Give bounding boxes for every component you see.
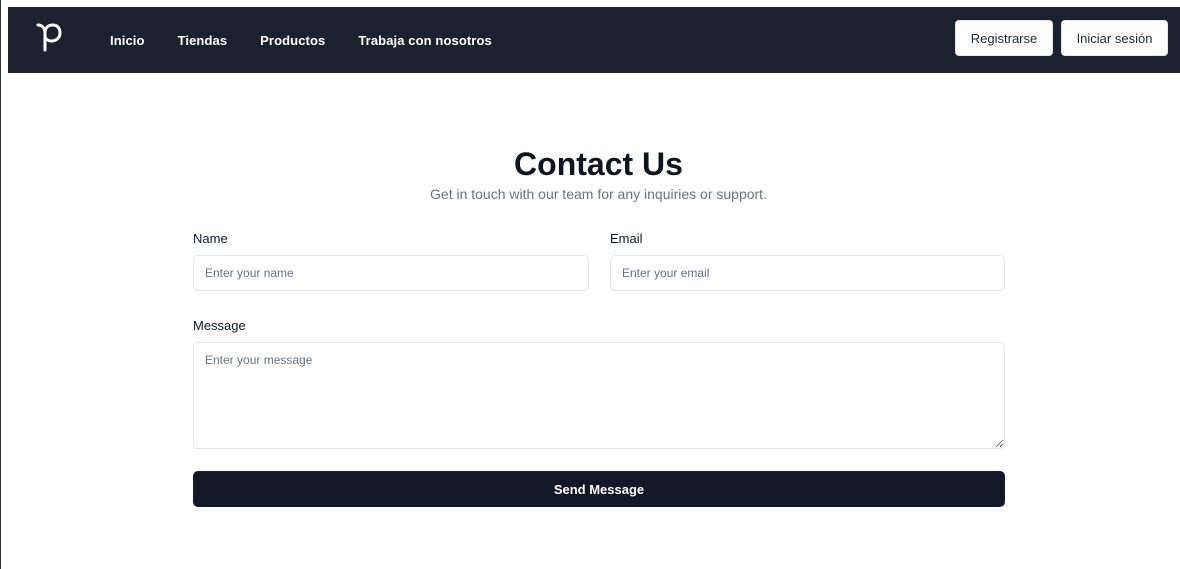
message-label: Message [193, 318, 246, 333]
nav-link-trabaja-con-nosotros[interactable]: Trabaja con nosotros [358, 33, 491, 48]
nav-link-inicio[interactable]: Inicio [110, 33, 145, 48]
p-logo-icon[interactable] [36, 22, 62, 52]
message-textarea[interactable] [193, 342, 1005, 449]
top-navbar: Inicio Tiendas Productos Trabaja con nos… [8, 7, 1180, 73]
email-input[interactable] [610, 255, 1005, 291]
nav-actions: Registrarse Iniciar sesión [955, 20, 1168, 56]
name-label: Name [193, 231, 228, 246]
name-input[interactable] [193, 255, 589, 291]
register-button[interactable]: Registrarse [955, 20, 1053, 56]
email-label: Email [610, 231, 643, 246]
nav-link-productos[interactable]: Productos [260, 33, 325, 48]
page-frame: Inicio Tiendas Productos Trabaja con nos… [0, 0, 1180, 569]
main-nav: Inicio Tiendas Productos Trabaja con nos… [110, 7, 525, 73]
login-button[interactable]: Iniciar sesión [1061, 20, 1168, 56]
nav-link-tiendas[interactable]: Tiendas [178, 33, 228, 48]
page-subtitle: Get in touch with our team for any inqui… [430, 186, 767, 202]
page-title: Contact Us [514, 146, 683, 182]
send-message-button[interactable]: Send Message [193, 471, 1005, 507]
